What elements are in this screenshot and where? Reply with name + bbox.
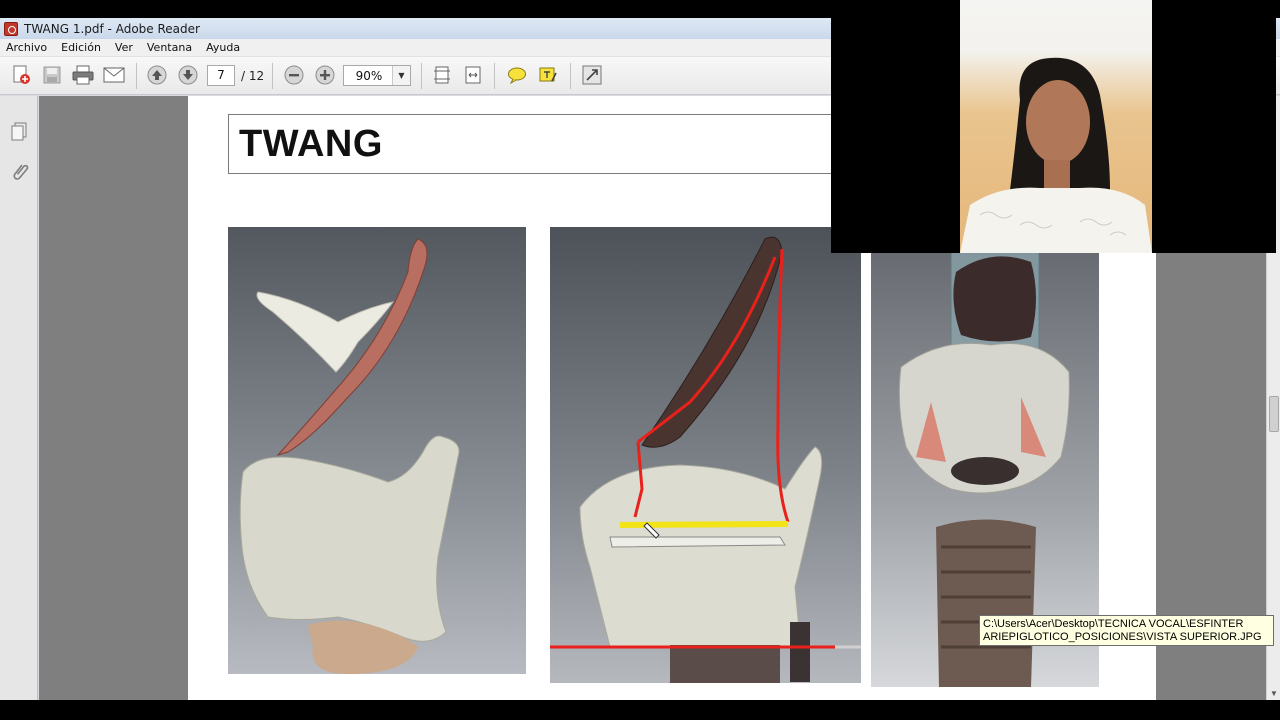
email-button[interactable]: [101, 64, 127, 86]
menu-ayuda[interactable]: Ayuda: [206, 41, 240, 54]
file-path-tooltip: C:\Users\Acer\Desktop\TECNICA VOCAL\ESFI…: [979, 615, 1274, 646]
fit-width-icon: [465, 66, 481, 84]
previous-page-button[interactable]: [145, 64, 169, 86]
save-button[interactable]: [39, 64, 65, 86]
scrollbar-thumb[interactable]: [1269, 396, 1279, 432]
highlight-icon: [539, 67, 557, 82]
page-total-label: / 12: [241, 69, 265, 83]
create-pdf-button[interactable]: [8, 64, 34, 86]
larynx-annotated-image: [550, 227, 861, 683]
toolbar-separator: [272, 63, 273, 89]
highlight-button[interactable]: [536, 64, 560, 86]
toolbar-separator: [421, 63, 422, 89]
zoom-select[interactable]: 90% ▼: [343, 65, 411, 86]
next-page-icon: [178, 65, 198, 85]
tooltip-line-1: C:\Users\Acer\Desktop\TECNICA VOCAL\ESFI…: [983, 618, 1244, 630]
pages-icon: [11, 122, 27, 141]
attachments-panel-button[interactable]: [8, 160, 30, 182]
fit-width-button[interactable]: [461, 64, 485, 86]
zoom-out-icon: [284, 65, 304, 85]
fit-page-button[interactable]: [430, 64, 454, 86]
toolbar-separator: [494, 63, 495, 89]
print-icon: [72, 65, 94, 85]
slide-title: TWANG: [239, 123, 383, 165]
email-icon: [103, 67, 125, 83]
comment-button[interactable]: [505, 64, 529, 86]
create-pdf-icon: [13, 65, 30, 84]
zoom-value: 90%: [355, 69, 383, 83]
save-icon: [43, 66, 61, 84]
webcam-overlay: [831, 0, 1276, 253]
print-button[interactable]: [70, 64, 96, 86]
larynx-lateral-image: [228, 227, 526, 674]
navigation-panel: [0, 96, 38, 700]
zoom-out-button[interactable]: [283, 64, 305, 86]
page-number-input[interactable]: 7: [207, 65, 235, 86]
webcam-video: [960, 0, 1152, 253]
zoom-in-icon: [315, 65, 335, 85]
expand-icon: [582, 65, 602, 85]
zoom-in-button[interactable]: [314, 64, 336, 86]
pages-panel-button[interactable]: [8, 120, 30, 142]
toolbar-separator: [136, 63, 137, 89]
window-title: TWANG 1.pdf - Adobe Reader: [24, 21, 200, 36]
tooltip-line-2: ARIEPIGLOTICO_POSICIONES\VISTA SUPERIOR.…: [983, 631, 1262, 643]
menu-ver[interactable]: Ver: [115, 41, 133, 54]
previous-page-icon: [147, 65, 167, 85]
comment-icon: [508, 67, 526, 84]
pdf-app-icon: [4, 21, 18, 36]
menu-edicion[interactable]: Edición: [61, 41, 101, 54]
menu-ventana[interactable]: Ventana: [147, 41, 192, 54]
toolbar-separator: [570, 63, 571, 89]
fit-page-icon: [434, 66, 450, 84]
attachments-icon: [13, 164, 29, 180]
expand-button[interactable]: [580, 64, 604, 86]
chevron-down-icon[interactable]: ▼: [392, 66, 410, 85]
menu-archivo[interactable]: Archivo: [6, 41, 47, 54]
scroll-down-icon[interactable]: ▼: [1270, 689, 1278, 698]
next-page-button[interactable]: [176, 64, 200, 86]
bottom-black-bar: [0, 700, 1280, 720]
